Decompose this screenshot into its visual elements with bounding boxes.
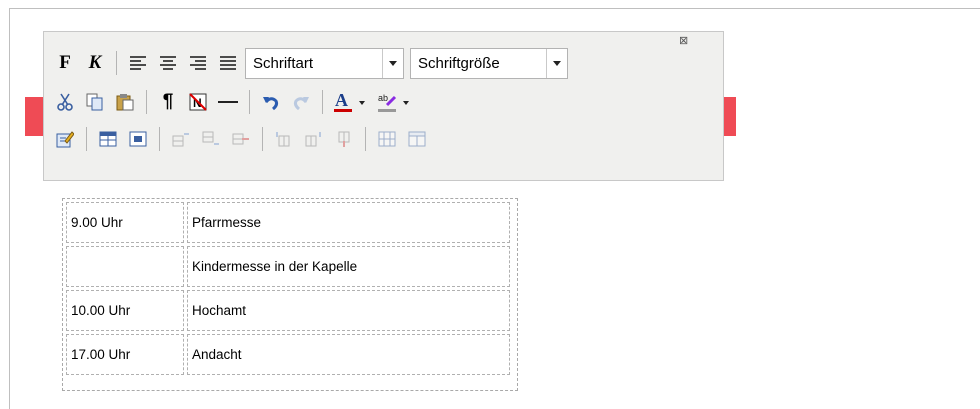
- horizontal-rule-icon: [218, 101, 238, 103]
- schedule-table: 9.00 Uhr Pfarrmesse Kindermesse in der K…: [63, 199, 513, 378]
- font-size-select[interactable]: Schriftgröße: [410, 47, 568, 79]
- red-banner-left: [25, 97, 43, 136]
- cut-button[interactable]: [52, 89, 78, 115]
- event-cell[interactable]: Kindermesse in der Kapelle: [187, 246, 510, 287]
- align-center-button[interactable]: [155, 50, 181, 76]
- table-row: 10.00 Uhr Hochamt: [66, 290, 510, 331]
- table-icon: [99, 131, 117, 147]
- svg-text:ab: ab: [378, 93, 388, 103]
- font-size-value: Schriftgröße: [418, 54, 500, 72]
- font-color-icon: A: [334, 91, 365, 112]
- remove-format-icon: N: [189, 93, 207, 111]
- insert-table-button[interactable]: [95, 126, 121, 152]
- font-color-button[interactable]: A: [331, 89, 371, 115]
- pencil-icon: [56, 131, 74, 148]
- row-before-icon: [172, 133, 189, 147]
- separator: [146, 90, 147, 114]
- toolbar-row-table: [52, 122, 434, 156]
- paste-button[interactable]: [112, 89, 138, 115]
- align-right-icon: [190, 56, 206, 70]
- close-toolbar-button[interactable]: ⊠: [679, 34, 688, 47]
- table-properties-icon: [129, 131, 147, 147]
- delete-col-button[interactable]: [331, 126, 357, 152]
- align-right-button[interactable]: [185, 50, 211, 76]
- remove-format-button[interactable]: N: [185, 89, 211, 115]
- chevron-down-icon[interactable]: [546, 48, 567, 78]
- toolbar-row-edit: ¶ N A ab: [52, 85, 419, 119]
- delete-row-button[interactable]: [228, 126, 254, 152]
- table-props-button[interactable]: [125, 126, 151, 152]
- col-after-icon: [305, 132, 321, 147]
- time-cell[interactable]: 17.00 Uhr: [66, 334, 184, 375]
- insert-col-before-button[interactable]: [271, 126, 297, 152]
- insert-col-after-button[interactable]: [301, 126, 327, 152]
- editor-content-area[interactable]: 9.00 Uhr Pfarrmesse Kindermesse in der K…: [62, 198, 518, 391]
- copy-button[interactable]: [82, 89, 108, 115]
- split-cells-button[interactable]: [374, 126, 400, 152]
- align-center-icon: [160, 56, 176, 70]
- clipboard-icon: [116, 94, 134, 111]
- editor-toolbar: F K Schriftart Schriftgröße ⊠ ¶ N A ab: [43, 31, 724, 181]
- font-family-select[interactable]: Schriftart: [245, 47, 404, 79]
- redo-button[interactable]: [288, 89, 314, 115]
- font-family-value: Schriftart: [253, 54, 314, 72]
- italic-button[interactable]: K: [82, 50, 108, 76]
- red-banner-right: [724, 97, 736, 136]
- table-row: 9.00 Uhr Pfarrmesse: [66, 202, 510, 243]
- event-cell[interactable]: Hochamt: [187, 290, 510, 331]
- copy-icon: [86, 93, 103, 111]
- insert-row-before-button[interactable]: [168, 126, 194, 152]
- bold-icon: F: [59, 52, 71, 73]
- horizontal-rule-button[interactable]: [215, 89, 241, 115]
- split-cells-icon: [378, 131, 396, 147]
- col-before-icon: [276, 132, 290, 147]
- separator: [86, 127, 87, 151]
- time-cell[interactable]: 9.00 Uhr: [66, 202, 184, 243]
- merge-cells-button[interactable]: [404, 126, 430, 152]
- event-cell[interactable]: Pfarrmesse: [187, 202, 510, 243]
- separator: [249, 90, 250, 114]
- align-left-icon: [130, 56, 146, 70]
- paragraph-button[interactable]: ¶: [155, 89, 181, 115]
- edit-source-button[interactable]: [52, 126, 78, 152]
- table-row: Kindermesse in der Kapelle: [66, 246, 510, 287]
- separator: [262, 127, 263, 151]
- bold-button[interactable]: F: [52, 50, 78, 76]
- align-justify-button[interactable]: [215, 50, 241, 76]
- insert-row-after-button[interactable]: [198, 126, 224, 152]
- event-cell[interactable]: Andacht: [187, 334, 510, 375]
- highlight-color-button[interactable]: ab: [375, 89, 415, 115]
- delete-col-icon: [338, 131, 350, 147]
- separator: [159, 127, 160, 151]
- chevron-down-icon[interactable]: [382, 48, 403, 78]
- highlight-icon: ab: [378, 93, 409, 112]
- align-left-button[interactable]: [125, 50, 151, 76]
- align-justify-icon: [220, 56, 236, 70]
- table-row: 17.00 Uhr Andacht: [66, 334, 510, 375]
- delete-row-icon: [232, 133, 249, 145]
- undo-button[interactable]: [258, 89, 284, 115]
- pilcrow-icon: ¶: [162, 91, 174, 112]
- merge-cells-icon: [408, 131, 426, 147]
- toolbar-row-format: F K Schriftart Schriftgröße: [52, 46, 574, 80]
- time-cell[interactable]: 10.00 Uhr: [66, 290, 184, 331]
- italic-icon: K: [88, 52, 102, 73]
- time-cell[interactable]: [66, 246, 184, 287]
- separator: [116, 51, 117, 75]
- redo-icon: [293, 97, 309, 111]
- close-icon: ⊠: [679, 35, 689, 47]
- svg-text:A: A: [335, 91, 348, 110]
- row-after-icon: [202, 131, 219, 145]
- undo-icon: [263, 97, 279, 111]
- scissors-icon: [57, 93, 73, 111]
- separator: [365, 127, 366, 151]
- separator: [322, 90, 323, 114]
